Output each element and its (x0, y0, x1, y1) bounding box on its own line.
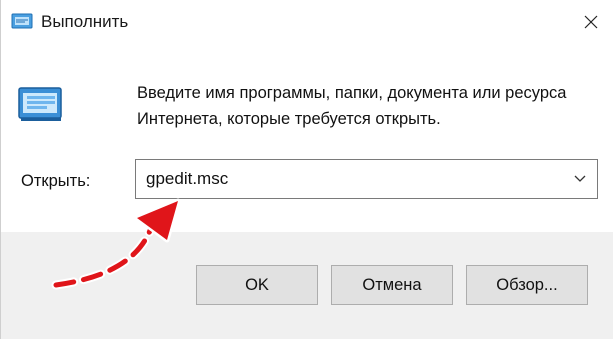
chevron-down-icon (574, 175, 586, 182)
open-label: Открыть: (21, 172, 91, 190)
close-icon (584, 15, 598, 29)
browse-button[interactable]: Обзор... (466, 265, 588, 305)
prompt-description: Введите имя программы, папки, документа … (137, 84, 567, 128)
dropdown-button[interactable] (563, 160, 597, 198)
run-dialog: Выполнить Введите имя программы, папки, … (0, 0, 613, 339)
cancel-button[interactable]: Отмена (331, 265, 453, 305)
open-input[interactable]: gpedit.msc (146, 169, 228, 189)
run-dialog-icon (11, 12, 33, 30)
title-bar[interactable]: Выполнить (1, 0, 613, 44)
window-title: Выполнить (41, 12, 129, 31)
close-button[interactable] (568, 0, 613, 44)
run-dialog-icon (17, 84, 65, 124)
open-combobox[interactable]: gpedit.msc (135, 159, 598, 199)
ok-button[interactable]: OK (196, 265, 318, 305)
